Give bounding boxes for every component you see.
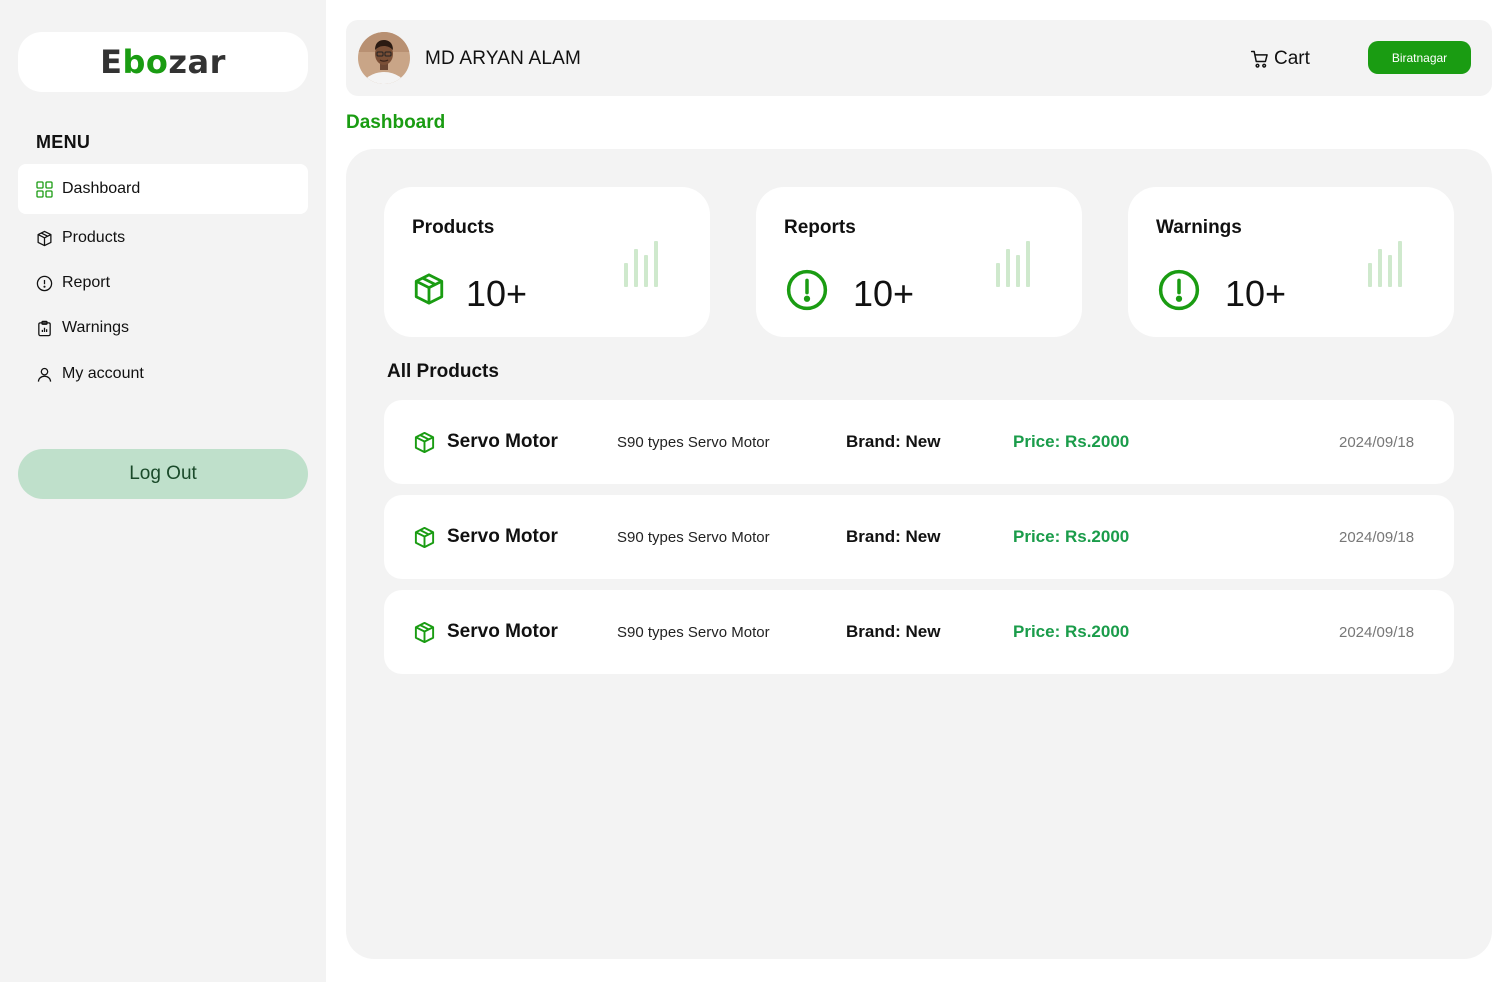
product-row[interactable]: Servo Motor S90 types Servo Motor Brand:… [384,590,1454,674]
user-name: MD ARYAN ALAM [425,48,582,69]
stat-value: 10+ [1225,273,1287,314]
alert-circle-icon [1158,269,1200,311]
product-price: Price: Rs.2000 [1013,527,1130,546]
stat-card-reports[interactable]: Reports 10+ [756,187,1082,337]
grid-icon [36,180,53,198]
product-price: Price: Rs.2000 [1013,622,1130,641]
stat-title: Products [412,217,495,238]
top-header: MD ARYAN ALAM Cart Biratnagar [346,20,1492,96]
sidebar-item-dashboard[interactable]: Dashboard [18,164,308,214]
product-name: Servo Motor [447,526,558,547]
clipboard-chart-icon [36,320,53,337]
product-row[interactable]: Servo Motor S90 types Servo Motor Brand:… [384,400,1454,484]
product-description: S90 types Servo Motor [617,434,770,451]
sidebar-item-label: My account [62,365,144,382]
bar-chart-icon [622,237,662,287]
product-brand: Brand: New [846,432,941,451]
bar-chart-icon [994,237,1034,287]
box-icon [36,230,53,247]
product-date: 2024/09/18 [1339,434,1415,451]
stat-card-warnings[interactable]: Warnings 10+ [1128,187,1454,337]
stat-title: Reports [784,217,856,238]
box-icon [412,272,446,306]
sidebar-item-warnings[interactable]: Warnings [18,304,308,352]
sidebar-item-label: Report [62,274,111,291]
cart-icon [1250,49,1270,69]
box-icon [413,526,436,549]
alert-circle-icon [36,275,53,292]
product-brand: Brand: New [846,622,941,641]
logo-suffix: zar [168,43,226,81]
sidebar-item-label: Products [62,229,126,246]
product-name: Servo Motor [447,621,558,642]
box-icon [413,621,436,644]
sidebar: Ebozar MENU Dashboard Products Report Wa… [0,0,326,982]
location-button[interactable]: Biratnagar [1368,41,1471,74]
product-date: 2024/09/18 [1339,624,1415,641]
alert-circle-icon [786,269,828,311]
all-products-heading: All Products [387,361,499,382]
sidebar-item-products[interactable]: Products [18,214,308,262]
product-description: S90 types Servo Motor [617,529,770,546]
main-panel: Products 10+ Reports 10+ Warnings 10+ Al… [346,149,1492,959]
logo-prefix: E [100,43,123,81]
cart-label: Cart [1274,48,1310,69]
product-brand: Brand: New [846,527,941,546]
avatar[interactable] [358,32,410,84]
product-description: S90 types Servo Motor [617,624,770,641]
sidebar-item-report[interactable]: Report [18,262,308,304]
stat-value: 10+ [853,273,915,314]
cart-link[interactable]: Cart [1250,48,1310,70]
stat-title: Warnings [1156,217,1242,238]
product-date: 2024/09/18 [1339,529,1415,546]
stat-value: 10+ [466,273,528,314]
logout-button[interactable]: Log Out [18,449,308,499]
app-root: Ebozar MENU Dashboard Products Report Wa… [0,0,1512,982]
box-icon [413,431,436,454]
page-title: Dashboard [346,112,446,133]
product-name: Servo Motor [447,431,558,452]
app-logo: Ebozar [100,43,226,81]
sidebar-item-my-account[interactable]: My account [18,352,308,396]
user-icon [36,366,53,383]
menu-heading: MENU [36,132,91,152]
logo-accent: bo [122,43,169,81]
stat-card-products[interactable]: Products 10+ [384,187,710,337]
sidebar-nav: Dashboard Products Report Warnings My ac… [18,164,308,396]
sidebar-item-label: Warnings [62,319,129,336]
bar-chart-icon [1366,237,1406,287]
logo-container[interactable]: Ebozar [18,32,308,92]
sidebar-item-label: Dashboard [62,180,141,197]
product-price: Price: Rs.2000 [1013,432,1130,451]
product-row[interactable]: Servo Motor S90 types Servo Motor Brand:… [384,495,1454,579]
